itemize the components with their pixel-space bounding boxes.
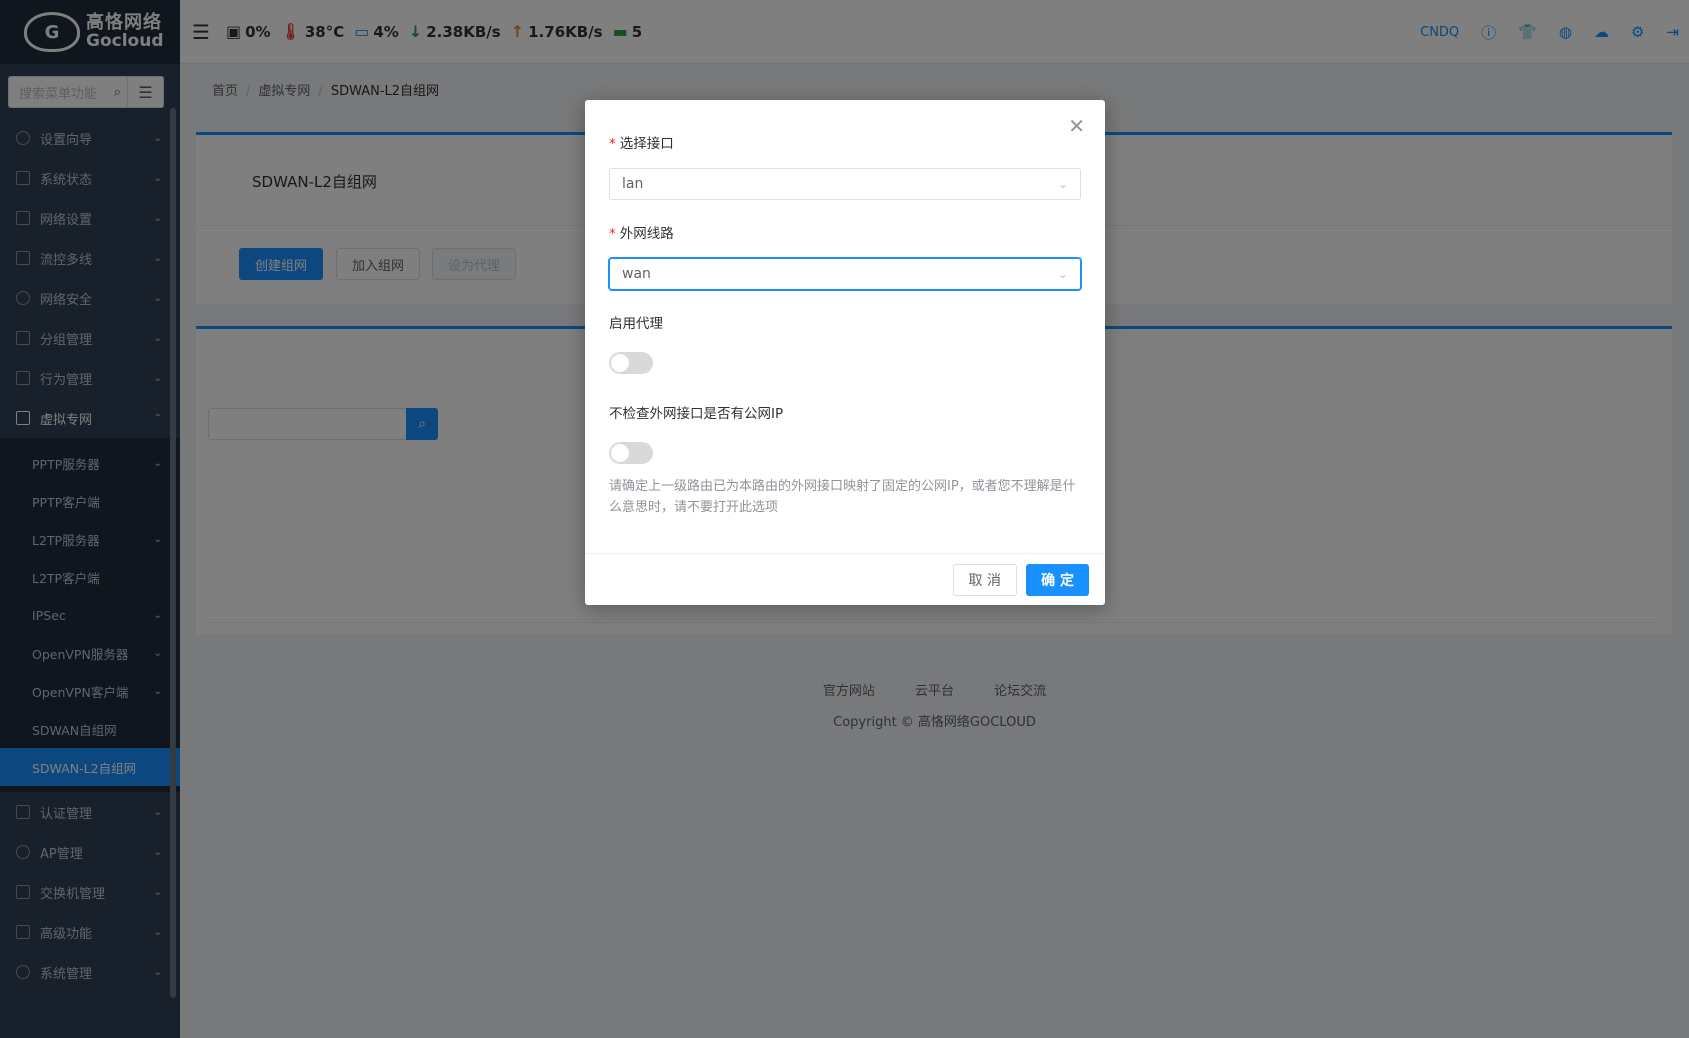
chevron-down-icon: ⌄ [1057, 177, 1068, 191]
cancel-button[interactable]: 取 消 [952, 564, 1017, 596]
nocheck-hint: 请确定上一级路由已为本路由的外网接口映射了固定的公网IP，或者您不理解是什么意思… [609, 479, 1076, 515]
dialog-footer: 取 消 确 定 [585, 553, 1105, 605]
interface-select[interactable]: lan ⌄ [609, 168, 1081, 200]
create-network-dialog: ✕ * 选择接口 lan ⌄ * 外网线路 wan ⌄ 启用代理 不检查外网接口是否… [585, 100, 1105, 605]
interface-label: * 选择接口 [609, 136, 674, 152]
confirm-button[interactable]: 确 定 [1026, 564, 1089, 596]
wan-select[interactable]: wan ⌄ [609, 258, 1081, 290]
nocheck-label: 不检查外网接口是否有公网IP [609, 406, 784, 422]
chevron-down-icon: ⌄ [1057, 267, 1068, 281]
proxy-label: 启用代理 [609, 316, 663, 332]
close-icon[interactable]: ✕ [1068, 114, 1085, 138]
wan-label: * 外网线路 [609, 226, 674, 242]
nocheck-toggle[interactable] [609, 442, 653, 464]
proxy-toggle[interactable] [609, 352, 653, 374]
